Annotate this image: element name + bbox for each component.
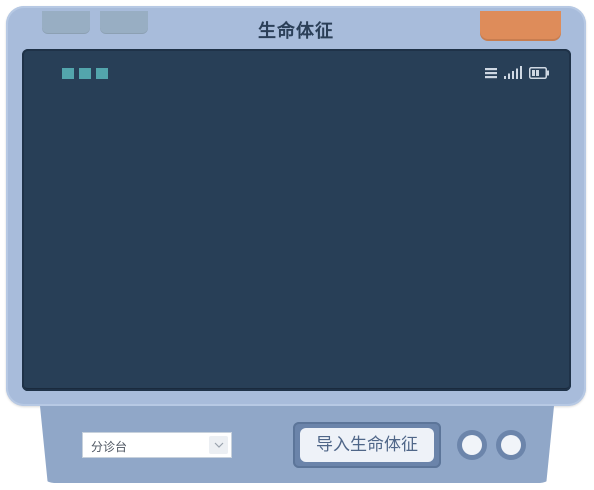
indicator-dots [62, 68, 108, 79]
knob-button-2[interactable] [496, 430, 526, 460]
signal-icon [504, 66, 522, 79]
monitor-device: 生命体征 [6, 6, 586, 406]
knob-button-1[interactable] [457, 430, 487, 460]
indicator-dot [96, 68, 108, 79]
triage-select-value: 分诊台 [91, 440, 128, 454]
status-bar [485, 66, 549, 79]
indicator-dot [79, 68, 91, 79]
monitor-screen [22, 49, 571, 391]
triage-select[interactable]: 分诊台 [82, 432, 232, 458]
chevron-down-icon[interactable] [209, 436, 228, 454]
indicator-dot [62, 68, 74, 79]
menu-icon [485, 67, 497, 79]
battery-icon [529, 66, 549, 79]
power-button[interactable] [480, 11, 561, 41]
import-vitals-button[interactable]: 导入生命体征 [300, 428, 434, 462]
